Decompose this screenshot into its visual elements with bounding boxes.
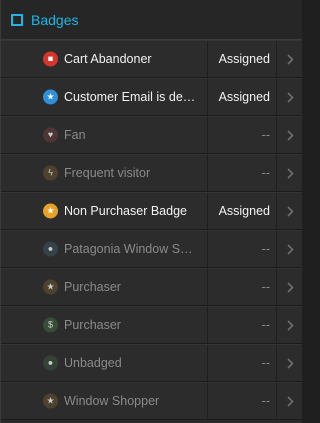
collapse-square-icon[interactable] — [11, 13, 23, 26]
badge-status: -- — [207, 307, 276, 343]
badge-name: Customer Email is de… — [64, 90, 196, 104]
dollar-icon: $ — [43, 317, 58, 333]
badge-status: -- — [207, 345, 276, 381]
chevron-right-icon[interactable] — [276, 269, 303, 305]
badge-row[interactable]: ♥ Fan -- — [1, 116, 302, 154]
badge-name: Cart Abandoner — [64, 52, 152, 66]
badge-status-label: -- — [261, 356, 270, 370]
chevron-right-icon[interactable] — [276, 155, 303, 191]
badge-status: -- — [207, 269, 276, 305]
badges-panel: Badges ■ Cart Abandoner Assigned ★ Customer … — [0, 0, 302, 423]
badge-row[interactable]: ★ Customer Email is de… Assigned — [1, 78, 302, 116]
badge-status: -- — [207, 155, 276, 191]
badge-row[interactable]: ■ Cart Abandoner Assigned — [1, 40, 302, 78]
badge-status-label: -- — [261, 394, 270, 408]
badge-row[interactable]: ★ Purchaser -- — [1, 268, 302, 306]
heart-icon: ♥ — [43, 127, 58, 143]
badge-name: Frequent visitor — [64, 166, 151, 180]
badge-status: -- — [207, 383, 276, 419]
badge-status: -- — [207, 117, 276, 153]
trophy-icon: ★ — [43, 279, 58, 295]
chevron-right-icon[interactable] — [276, 41, 303, 77]
badge-status-label: -- — [261, 242, 270, 256]
badge-status-label: Assigned — [218, 90, 270, 104]
badge-row[interactable]: ★ Window Shopper -- — [1, 382, 302, 420]
badge-status: Assigned — [207, 79, 276, 115]
chevron-right-icon[interactable] — [276, 383, 303, 419]
badge-list: ■ Cart Abandoner Assigned ★ Customer Email i… — [1, 40, 302, 420]
chevron-right-icon[interactable] — [276, 79, 303, 115]
badges-title: Badges — [31, 11, 79, 28]
user-icon: ● — [43, 241, 58, 257]
badge-status-label: -- — [261, 318, 270, 332]
trophy-icon: ★ — [43, 393, 58, 409]
badge-name: Unbadged — [64, 356, 122, 370]
chevron-right-icon[interactable] — [276, 193, 303, 229]
lightning-icon: ϟ — [43, 165, 58, 181]
chevron-right-icon[interactable] — [276, 231, 303, 267]
badge-status: Assigned — [207, 193, 276, 229]
trophy-icon: ★ — [43, 89, 58, 105]
chevron-right-icon[interactable] — [276, 117, 303, 153]
badge-status-label: Assigned — [218, 52, 270, 66]
badge-status: Assigned — [207, 41, 276, 77]
badge-name: Fan — [64, 128, 86, 142]
badge-status-label: Assigned — [218, 204, 270, 218]
badge-status-label: -- — [261, 128, 270, 142]
badges-header[interactable]: Badges — [1, 0, 302, 40]
badge-name: Purchaser — [64, 318, 121, 332]
badge-row[interactable]: ● Unbadged -- — [1, 344, 302, 382]
badge-name: Purchaser — [64, 280, 121, 294]
badge-status-label: -- — [261, 280, 270, 294]
user-icon: ● — [43, 355, 58, 371]
chevron-right-icon[interactable] — [276, 307, 303, 343]
badge-name: Window Shopper — [64, 394, 160, 408]
badge-row[interactable]: ★ Non Purchaser Badge Assigned — [1, 192, 302, 230]
badge-name: Non Purchaser Badge — [64, 204, 187, 218]
badge-row[interactable]: ϟ Frequent visitor -- — [1, 154, 302, 192]
badge-row[interactable]: ● Patagonia Window S… -- — [1, 230, 302, 268]
chevron-right-icon[interactable] — [276, 345, 303, 381]
badge-name: Patagonia Window S… — [64, 242, 193, 256]
badge-row[interactable]: $ Purchaser -- — [1, 306, 302, 344]
badge-status-label: -- — [261, 166, 270, 180]
cart-icon: ■ — [43, 51, 58, 67]
badge-status: -- — [207, 231, 276, 267]
trophy-icon: ★ — [43, 203, 58, 219]
